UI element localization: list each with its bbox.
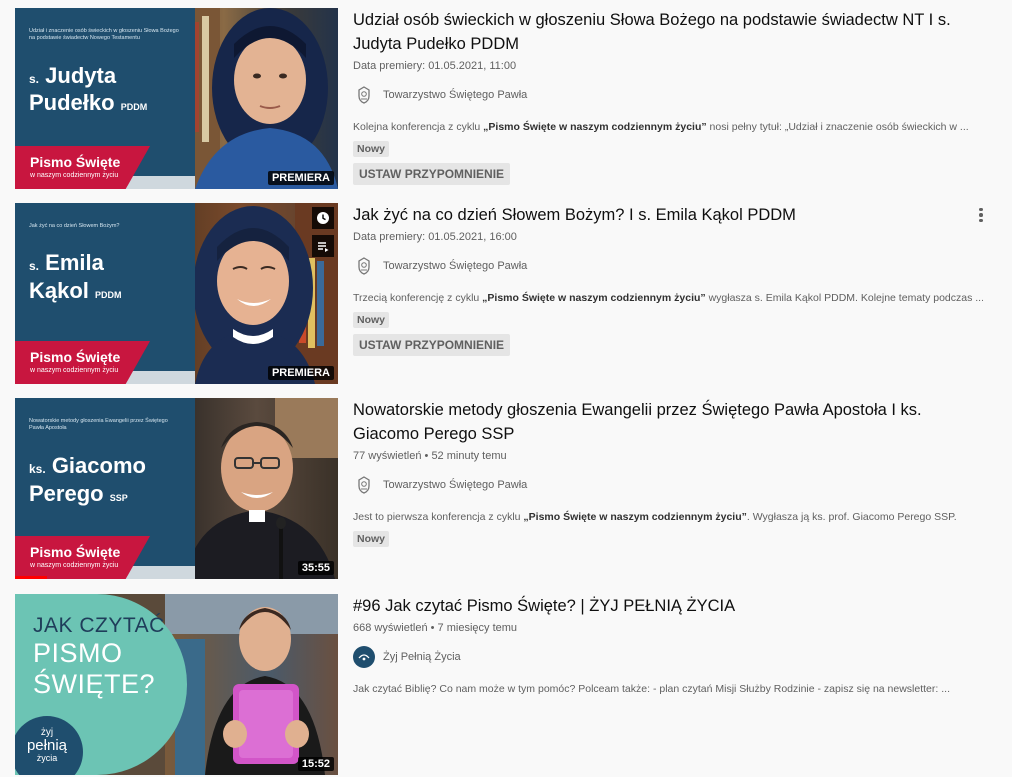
thumbnail-name-first: ks. Giacomo — [29, 453, 146, 478]
thumbnail-title-line1: JAK CZYTAĆ — [33, 614, 165, 637]
thumbnail-caption: Jak żyć na co dzień Słowem Bożym? — [29, 223, 120, 229]
person-portrait-icon — [193, 203, 338, 384]
thumbnail-photo — [165, 594, 338, 775]
video-thumbnail[interactable]: Jak żyć na co dzień Słowem Bożym? s. Emi… — [15, 203, 338, 384]
thumbnail-series-title: Pismo Święte — [30, 349, 121, 365]
video-title[interactable]: #96 Jak czytać Pismo Święte? | ŻYJ PEŁNI… — [353, 594, 983, 618]
channel-row[interactable]: Żyj Pełnią Życia — [353, 645, 983, 669]
video-info: Udział osób świeckich w głoszeniu Słowa … — [353, 8, 983, 185]
video-meta: Data premiery: 01.05.2021, 11:00 — [353, 60, 517, 72]
video-description: Jest to pierwsza konferencja z cyklu „Pi… — [353, 511, 957, 523]
video-description: Jak czytać Biblię? Co nam może w tym pom… — [353, 683, 950, 695]
new-badge: Nowy — [353, 312, 390, 328]
new-badge: Nowy — [353, 141, 390, 157]
video-result[interactable]: Nowatorskie metody głoszenia Ewangelii p… — [15, 398, 1005, 579]
person-with-bible-icon — [165, 594, 338, 775]
person-portrait-icon — [175, 8, 338, 189]
channel-name[interactable]: Towarzystwo Świętego Pawła — [383, 260, 527, 272]
channel-avatar-icon[interactable] — [353, 255, 375, 277]
channel-avatar-icon[interactable] — [353, 84, 375, 106]
video-description: Trzecią konferencję z cyklu „Pismo Święt… — [353, 292, 983, 304]
channel-row[interactable]: Towarzystwo Świętego Pawła — [353, 83, 983, 107]
channel-name[interactable]: Żyj Pełnią Życia — [383, 651, 461, 663]
video-duration: 35:55 — [297, 561, 334, 575]
thumbnail-photo — [175, 203, 338, 384]
premiere-badge: PREMIERA — [267, 366, 334, 380]
video-thumbnail[interactable]: JAK CZYTAĆ PISMO ŚWIĘTE? żyj pełnią życi… — [15, 594, 338, 775]
thumbnail-name-first: s. Judyta — [29, 63, 117, 88]
channel-name[interactable]: Towarzystwo Świętego Pawła — [383, 89, 527, 101]
more-options-icon[interactable] — [971, 205, 991, 225]
video-duration: 15:52 — [297, 757, 334, 771]
thumbnail-photo — [175, 8, 338, 189]
video-info: #96 Jak czytać Pismo Święte? | ŻYJ PEŁNI… — [353, 594, 983, 697]
channel-row[interactable]: Towarzystwo Świętego Pawła — [353, 254, 983, 278]
video-thumbnail[interactable]: Udział i znaczenie osób świeckich w głos… — [15, 8, 338, 189]
thumbnail-name-last: Perego SSP — [29, 481, 128, 506]
thumbnail-title-line3: ŚWIĘTE? — [33, 669, 156, 699]
video-info: Nowatorskie metody głoszenia Ewangelii p… — [353, 398, 983, 547]
person-portrait-icon — [185, 398, 338, 579]
set-reminder-button[interactable]: USTAW PRZYPOMNIENIE — [353, 334, 510, 356]
video-meta: 77 wyświetleń • 52 minuty temu — [353, 450, 507, 462]
video-result[interactable]: JAK CZYTAĆ PISMO ŚWIĘTE? żyj pełnią życi… — [15, 594, 1005, 775]
thumbnail-title-line2: PISMO — [33, 638, 123, 668]
watch-progress-bar — [15, 576, 48, 579]
video-thumbnail[interactable]: Nowatorskie metody głoszenia Ewangelii p… — [15, 398, 338, 579]
channel-avatar-icon[interactable] — [353, 474, 375, 496]
premiere-badge: PREMIERA — [267, 171, 334, 185]
thumbnail-name-last: Pudełko PDDM — [29, 90, 148, 115]
video-info: Jak żyć na co dzień Słowem Bożym? I s. E… — [353, 203, 983, 356]
channel-row[interactable]: Towarzystwo Świętego Pawła — [353, 473, 983, 497]
watch-later-icon[interactable] — [312, 207, 334, 229]
thumbnail-name-last: Kąkol PDDM — [29, 278, 122, 303]
thumbnail-series-title: Pismo Święte — [30, 544, 121, 560]
add-to-queue-icon[interactable] — [312, 235, 334, 257]
video-description: Kolejna konferencja z cyklu „Pismo Święt… — [353, 121, 969, 133]
thumbnail-series-title: Pismo Święte — [30, 154, 121, 170]
thumbnail-caption: Nowatorskie metody głoszenia Ewangelii p… — [29, 418, 168, 431]
video-title[interactable]: Jak żyć na co dzień Słowem Bożym? I s. E… — [353, 203, 983, 227]
video-result[interactable]: Udział i znaczenie osób świeckich w głos… — [15, 8, 1005, 189]
thumbnail-photo — [175, 398, 338, 579]
new-badge: Nowy — [353, 531, 390, 547]
set-reminder-button[interactable]: USTAW PRZYPOMNIENIE — [353, 163, 510, 185]
video-meta: Data premiery: 01.05.2021, 16:00 — [353, 231, 517, 243]
video-title[interactable]: Udział osób świeckich w głoszeniu Słowa … — [353, 8, 983, 56]
video-title[interactable]: Nowatorskie metody głoszenia Ewangelii p… — [353, 398, 983, 446]
thumbnail-caption: Udział i znaczenie osób świeckich w głos… — [29, 28, 179, 41]
thumbnail-series-subtitle: w naszym codziennym życiu — [30, 172, 119, 179]
thumbnail-name-first: s. Emila — [29, 250, 104, 275]
thumbnail-series-subtitle: w naszym codziennym życiu — [30, 367, 119, 374]
channel-name[interactable]: Towarzystwo Świętego Pawła — [383, 479, 527, 491]
channel-avatar-icon[interactable] — [353, 646, 375, 668]
video-result[interactable]: Jak żyć na co dzień Słowem Bożym? s. Emi… — [15, 203, 1005, 384]
thumbnail-series-subtitle: w naszym codziennym życiu — [30, 562, 119, 569]
video-meta: 668 wyświetleń • 7 miesięcy temu — [353, 622, 518, 634]
